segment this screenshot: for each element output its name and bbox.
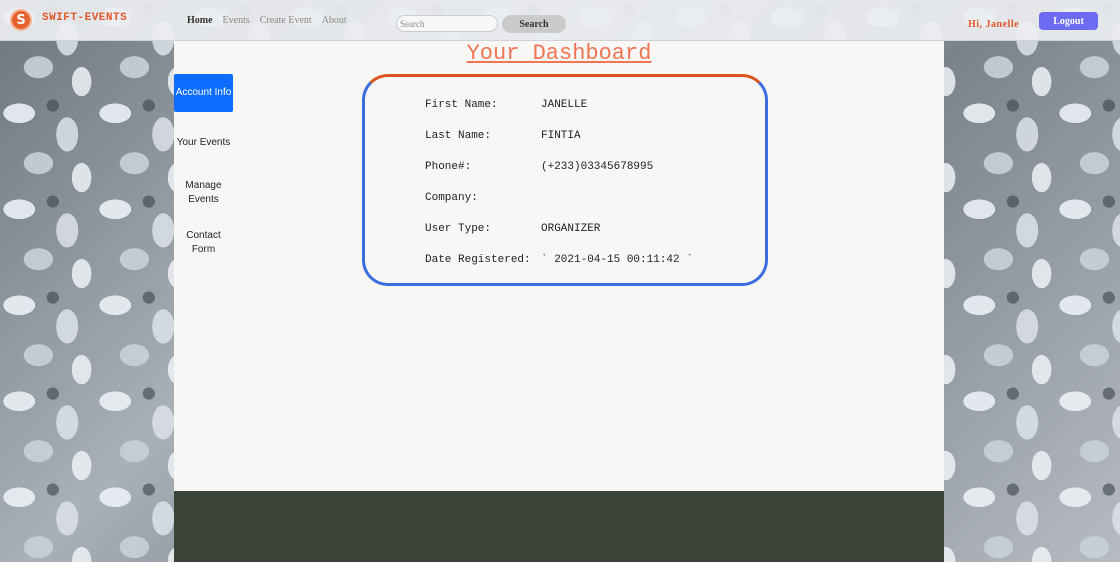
info-value: (+233)03345678995 [541,161,654,173]
brand-name[interactable]: SWIFT-EVENTS [42,12,127,24]
info-row-date-registered: Date Registered: ` 2021-04-15 00:11:42 ` [425,254,693,285]
account-info-card: First Name: JANELLE Last Name: FINTIA Ph… [362,74,768,286]
navbar: S SWIFT-EVENTS Home Events Create Event … [0,0,1120,41]
sidebar-item-contact-form[interactable]: Contact Form [174,224,233,262]
account-info-list: First Name: JANELLE Last Name: FINTIA Ph… [425,99,693,285]
sidebar: Account Info Your Events Manage Events C… [174,74,233,274]
info-label: Company: [425,192,478,204]
logout-button[interactable]: Logout [1039,12,1098,30]
sidebar-item-account-info[interactable]: Account Info [174,74,233,112]
main-panel: Your Dashboard Account Info Your Events … [174,41,944,491]
info-value: ` 2021-04-15 00:11:42 ` [541,254,693,266]
info-row-phone: Phone#: (+233)03345678995 [425,161,693,192]
nav-link-events[interactable]: Events [223,15,250,26]
info-row-first-name: First Name: JANELLE [425,99,693,130]
sidebar-item-manage-events[interactable]: Manage Events [174,174,233,212]
search-button[interactable]: Search [502,15,566,33]
info-label: Phone#: [425,161,472,173]
info-row-user-type: User Type: ORGANIZER [425,223,693,254]
nav-links: Home Events Create Event About [187,15,357,26]
info-label: Date Registered: [425,254,531,266]
nav-link-home[interactable]: Home [187,15,213,26]
info-label: Last Name: [425,130,492,142]
info-value: JANELLE [541,99,588,111]
footer [174,491,944,562]
info-row-last-name: Last Name: FINTIA [425,130,693,161]
search-input[interactable] [396,15,498,32]
sidebar-item-your-events[interactable]: Your Events [174,124,233,162]
nav-link-about[interactable]: About [322,15,347,26]
info-label: First Name: [425,99,498,111]
info-label: User Type: [425,223,492,235]
info-value: ORGANIZER [541,223,601,235]
info-row-company: Company: [425,192,693,223]
user-greeting: Hi, Janelle [968,19,1020,30]
info-value: FINTIA [541,130,581,142]
nav-link-create-event[interactable]: Create Event [260,15,312,26]
brand[interactable]: S SWIFT-EVENTS [10,9,127,31]
page-title: Your Dashboard [466,41,652,66]
brand-logo-icon[interactable]: S [10,9,32,31]
